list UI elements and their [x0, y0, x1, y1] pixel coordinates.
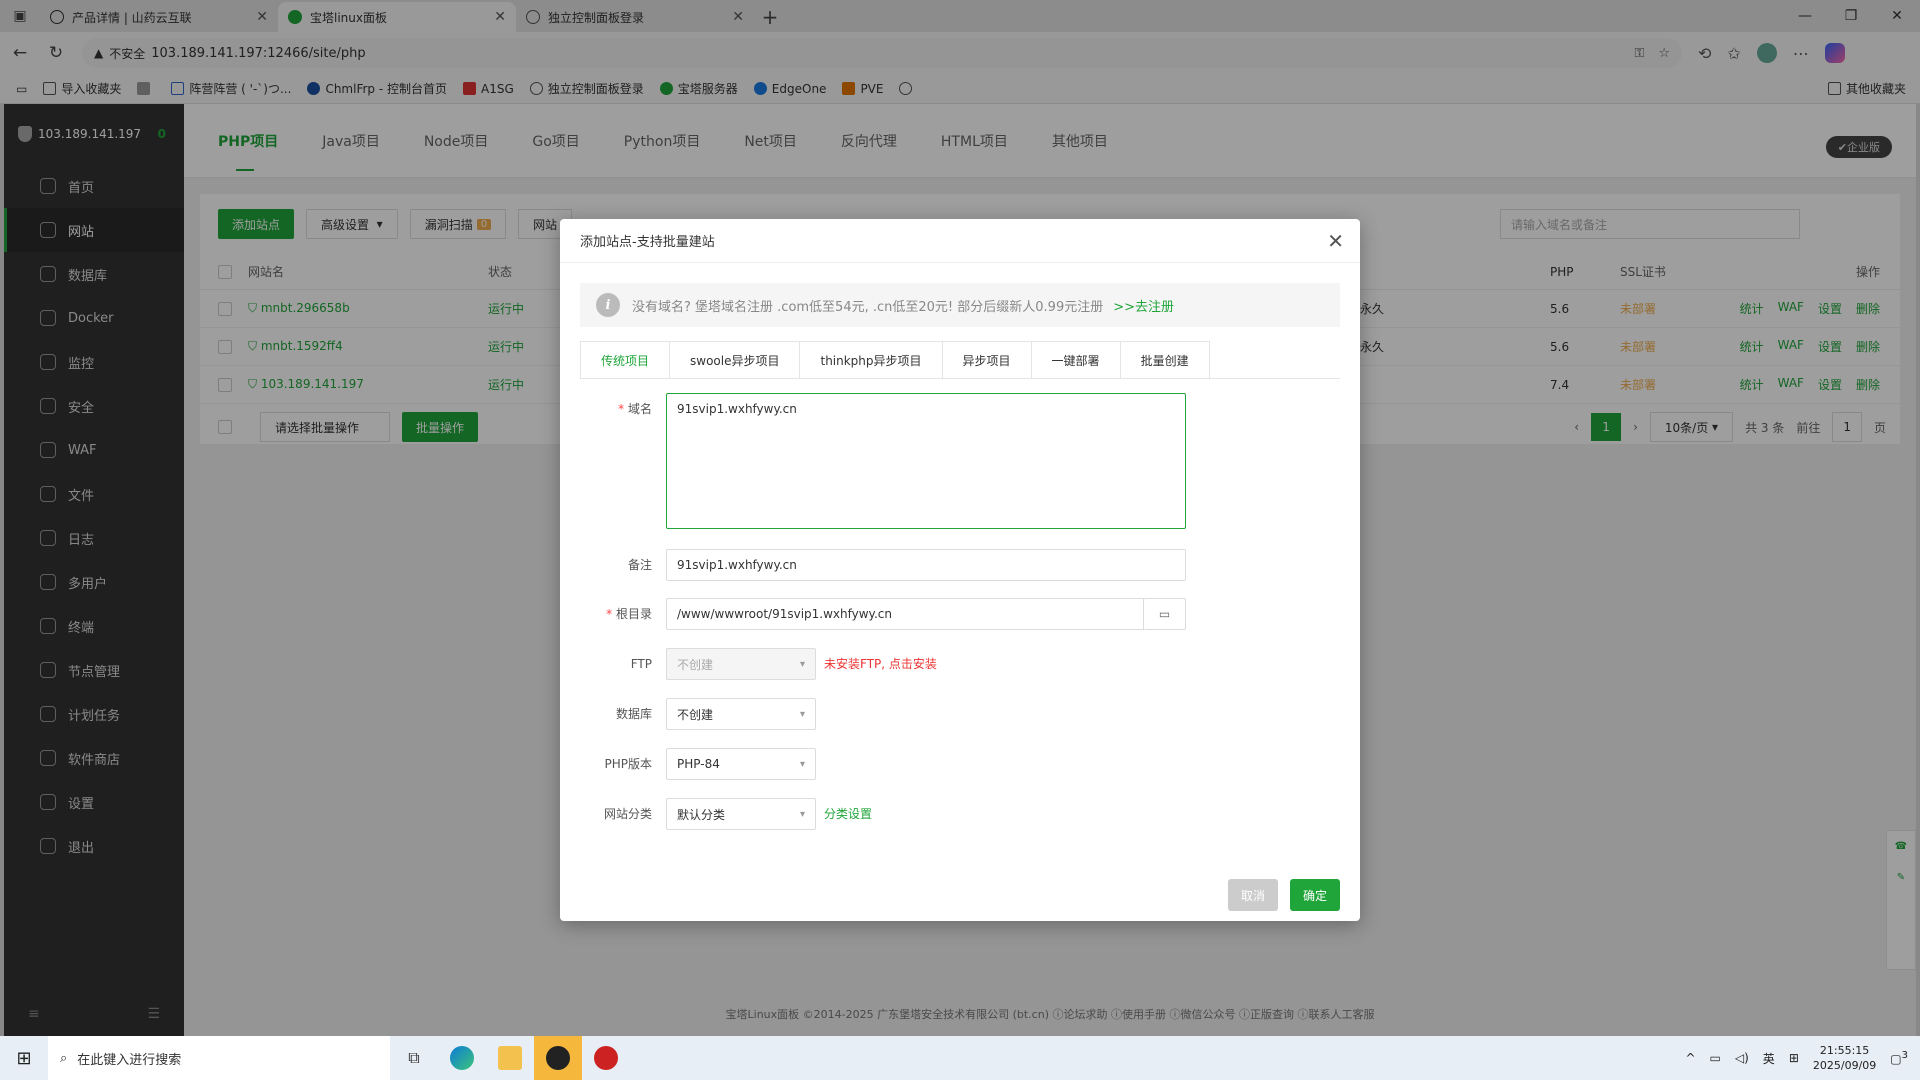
- remark-row: 备注 91svip1.wxhfywy.cn: [580, 549, 1186, 581]
- notification-icon[interactable]: ▢3: [1890, 1050, 1908, 1066]
- windows-taskbar: ⊞ ⌕ 在此键入进行搜索 ⧉ ^ ▭ ◁) 英 ⊞ 21:55:15 2025/0…: [0, 1036, 1920, 1080]
- root-input[interactable]: /www/wwwroot/91svip1.wxhfywy.cn: [666, 598, 1144, 630]
- category-row: 网站分类 默认分类 ▾ 分类设置: [580, 798, 872, 830]
- notice-text: 没有域名? 堡塔域名注册 .com低至54元, .cn低至20元! 部分后缀新人…: [632, 299, 1104, 315]
- php-row: PHP版本 PHP-84 ▾: [580, 748, 816, 780]
- category-label: 网站分类: [603, 807, 652, 821]
- php-select[interactable]: PHP-84 ▾: [666, 748, 816, 780]
- php-label: PHP版本: [604, 757, 653, 771]
- edge-app-icon[interactable]: [438, 1036, 486, 1080]
- domain-row: * 域名 91svip1.wxhfywy.cn: [580, 393, 1186, 529]
- ftp-select[interactable]: 不创建 ▾: [666, 648, 816, 680]
- root-value: /www/wwwroot/91svip1.wxhfywy.cn: [677, 607, 892, 621]
- remark-label: 备注: [627, 558, 652, 572]
- close-icon[interactable]: ✕: [1327, 229, 1344, 253]
- modal-tab[interactable]: 传统项目: [580, 341, 671, 378]
- modal-tab[interactable]: swoole异步项目: [669, 341, 801, 378]
- category-settings-link[interactable]: 分类设置: [824, 798, 872, 830]
- task-view-icon[interactable]: ⧉: [390, 1036, 438, 1080]
- chevron-down-icon: ▾: [799, 808, 805, 820]
- notification-count: 3: [1901, 1050, 1908, 1061]
- project-type-tabs: 传统项目 swoole异步项目 thinkphp异步项目 异步项目 一键部署 批量创建: [580, 341, 1340, 379]
- network-icon[interactable]: ▭: [1710, 1051, 1721, 1065]
- remark-value: 91svip1.wxhfywy.cn: [677, 558, 797, 572]
- database-row: 数据库 不创建 ▾: [580, 698, 816, 730]
- root-label: * 根目录: [606, 607, 652, 621]
- php-value: PHP-84: [677, 757, 720, 771]
- volume-icon[interactable]: ◁): [1735, 1051, 1749, 1065]
- ime-icon[interactable]: ⊞: [1789, 1051, 1799, 1065]
- db-value: 不创建: [677, 707, 714, 722]
- chevron-down-icon: ▾: [799, 708, 805, 720]
- search-icon: ⌕: [60, 1050, 68, 1066]
- chevron-down-icon: ▾: [799, 658, 805, 670]
- category-value: 默认分类: [677, 807, 726, 822]
- clock-date: 2025/09/09: [1812, 1059, 1877, 1072]
- domain-label-text: 域名: [627, 402, 652, 416]
- root-label-text: 根目录: [615, 607, 652, 621]
- file-explorer-icon[interactable]: [486, 1036, 534, 1080]
- modal-tab[interactable]: 一键部署: [1030, 341, 1121, 378]
- tray-expand-icon[interactable]: ^: [1685, 1051, 1695, 1065]
- db-label: 数据库: [615, 707, 652, 721]
- dialog-header: 添加站点-支持批量建站: [560, 219, 1360, 263]
- modal-tab[interactable]: 异步项目: [941, 341, 1032, 378]
- dialog-title: 添加站点-支持批量建站: [580, 235, 715, 250]
- domain-textarea[interactable]: 91svip1.wxhfywy.cn: [666, 393, 1186, 529]
- modal-tab[interactable]: thinkphp异步项目: [799, 341, 943, 378]
- ftp-install-link[interactable]: 未安装FTP, 点击安装: [824, 648, 937, 680]
- folder-icon[interactable]: ▭: [1144, 598, 1186, 630]
- clock[interactable]: 21:55:15 2025/09/09: [1813, 1043, 1876, 1073]
- modal-tab[interactable]: 批量创建: [1119, 341, 1210, 378]
- confirm-button[interactable]: 确定: [1290, 879, 1340, 911]
- add-site-dialog: 添加站点-支持批量建站 ✕ i 没有域名? 堡塔域名注册 .com低至54元, …: [560, 219, 1360, 921]
- register-link[interactable]: >>去注册: [1113, 296, 1174, 315]
- search-placeholder: 在此键入进行搜索: [77, 1052, 182, 1068]
- ftp-value: 不创建: [677, 657, 714, 672]
- chevron-down-icon: ▾: [799, 758, 805, 770]
- db-select[interactable]: 不创建 ▾: [666, 698, 816, 730]
- input-language[interactable]: 英: [1763, 1050, 1775, 1067]
- remark-input[interactable]: 91svip1.wxhfywy.cn: [666, 549, 1186, 581]
- cancel-button[interactable]: 取消: [1228, 879, 1278, 911]
- app-icon[interactable]: [582, 1036, 630, 1080]
- info-icon: i: [596, 293, 620, 317]
- ftp-row: FTP 不创建 ▾ 未安装FTP, 点击安装: [580, 648, 937, 680]
- dialog-footer: 取消 确定: [1228, 879, 1340, 911]
- domain-value: 91svip1.wxhfywy.cn: [677, 402, 797, 416]
- system-tray: ^ ▭ ◁) 英 ⊞ 21:55:15 2025/09/09 ▢3: [1685, 1043, 1920, 1073]
- domain-label: * 域名: [618, 402, 652, 416]
- domain-notice: i 没有域名? 堡塔域名注册 .com低至54元, .cn低至20元! 部分后缀…: [580, 283, 1340, 327]
- root-row: * 根目录 /www/wwwroot/91svip1.wxhfywy.cn ▭: [580, 598, 1186, 630]
- category-select[interactable]: 默认分类 ▾: [666, 798, 816, 830]
- clock-time: 21:55:15: [1819, 1044, 1870, 1057]
- ftp-label: FTP: [630, 657, 652, 671]
- windows-start-icon[interactable]: ⊞: [0, 1036, 48, 1080]
- qq-app-icon[interactable]: [534, 1036, 582, 1080]
- taskbar-search[interactable]: ⌕ 在此键入进行搜索: [48, 1036, 390, 1080]
